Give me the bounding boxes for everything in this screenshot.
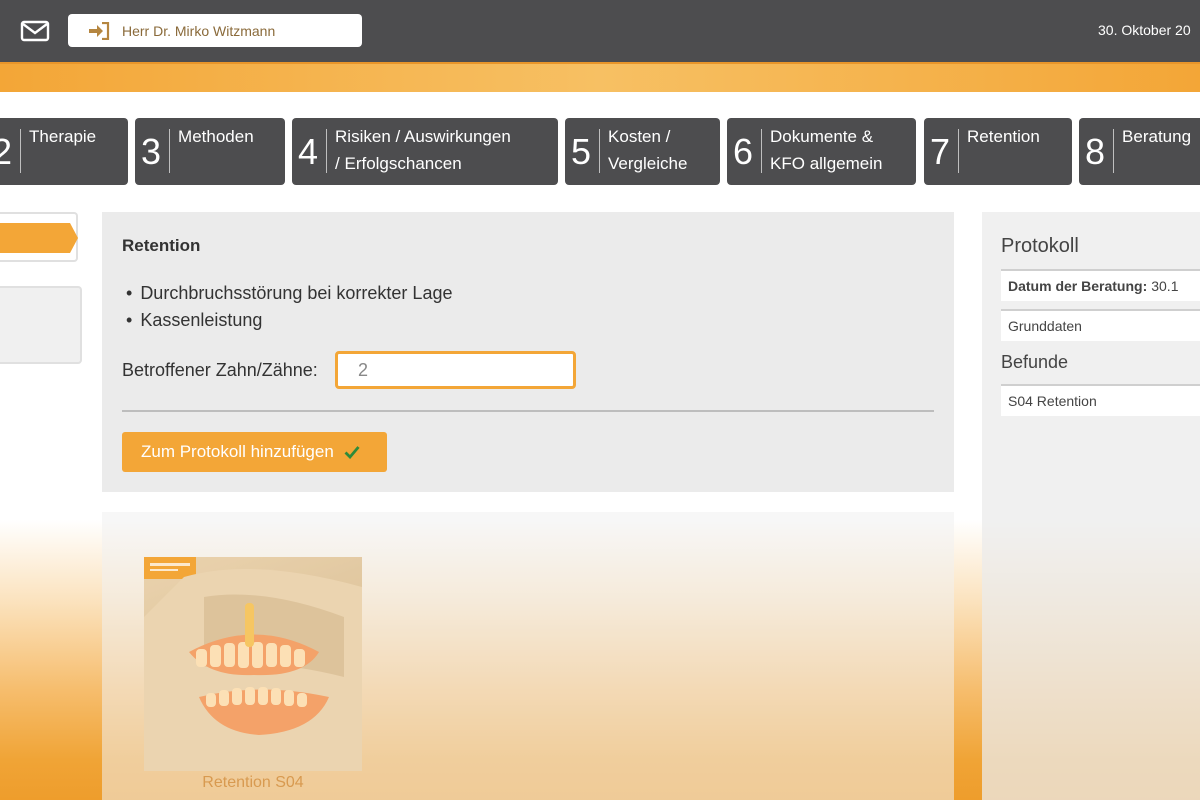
step-label: Risiken / Auswirkungen / Erfolgschancen [327,118,511,177]
orange-stripe [0,62,1200,92]
step-label: Dokumente & KFO allgemein [762,118,882,177]
protocol-date-row: Datum der Beratung: 30.1 [1001,269,1200,301]
current-date: 30. Oktober 20 [1098,22,1191,38]
step-label: Methoden [178,127,254,146]
tab-step-5[interactable]: 5 Kosten / Vergleiche [565,118,720,185]
bullet-item: Kassenleistung [126,307,452,334]
retention-image[interactable] [144,557,362,771]
add-button-label: Zum Protokoll hinzufügen [141,442,334,461]
step-label: Beratung [1122,127,1192,146]
protocol-date-value: 30.1 [1151,278,1179,294]
panel-title: Retention [122,236,201,255]
side-item-active-fill [0,223,70,253]
tab-step-8[interactable]: 8 Beratung [1079,118,1200,185]
tab-step-2[interactable]: 2 Therapie [0,118,128,185]
check-icon [344,446,360,459]
tab-step-7[interactable]: 7 Retention [924,118,1072,185]
step-label: Kosten / Vergleiche [600,118,687,177]
user-name: Herr Dr. Mirko Witzmann [122,22,276,39]
befunde-title: Befunde [1001,352,1069,372]
step-label-line2: KFO allgemein [770,154,883,173]
step-number: 7 [924,129,960,173]
side-item-arrow [70,223,78,253]
step-label-line1: Risiken / Auswirkungen [335,127,511,146]
step-label-line2: / Erfolgschancen [335,154,462,173]
protocol-title: Protokoll [1001,235,1079,257]
image-panel: Retention S04 [102,512,954,800]
finding-bullets: Durchbruchsstörung bei korrekter Lage Ka… [126,280,452,334]
side-item[interactable] [0,286,82,364]
step-label: Therapie [29,127,97,146]
step-number: 5 [565,129,601,173]
tab-step-4[interactable]: 4 Risiken / Auswirkungen / Erfolgschance… [292,118,558,185]
step-label-line2: Vergleiche [608,154,688,173]
step-number: 8 [1079,129,1115,173]
login-icon [89,21,110,40]
finding-panel: Retention Durchbruchsstörung bei korrekt… [102,212,954,492]
step-number: 6 [727,129,763,173]
mail-icon[interactable] [20,19,50,43]
side-item-active[interactable] [0,212,78,262]
step-number: 2 [0,129,22,173]
protocol-panel: Protokoll Datum der Beratung: 30.1 Grund… [982,212,1200,800]
top-bar: Herr Dr. Mirko Witzmann 30. Oktober 20 [0,0,1200,62]
protocol-grunddaten[interactable]: Grunddaten [1001,309,1200,341]
befunde-item[interactable]: S04 Retention [1001,384,1200,416]
tooth-input[interactable] [335,351,576,389]
protocol-date-label: Datum der Beratung: [1008,278,1148,294]
tooth-field-label: Betroffener Zahn/Zähne: [122,360,318,380]
tab-step-3[interactable]: 3 Methoden [135,118,285,185]
step-label-line1: Kosten / [608,127,671,146]
divider [122,410,934,412]
image-caption: Retention S04 [202,774,304,791]
add-to-protocol-button[interactable]: Zum Protokoll hinzufügen [122,432,387,472]
user-login-box[interactable]: Herr Dr. Mirko Witzmann [68,14,362,47]
step-label-line1: Dokumente & [770,127,874,146]
bullet-item: Durchbruchsstörung bei korrekter Lage [126,280,452,307]
step-label: Retention [967,127,1040,146]
dental-model-illustration [144,557,362,771]
step-number: 3 [135,129,171,173]
tab-step-6[interactable]: 6 Dokumente & KFO allgemein [727,118,916,185]
step-number: 4 [292,129,328,173]
